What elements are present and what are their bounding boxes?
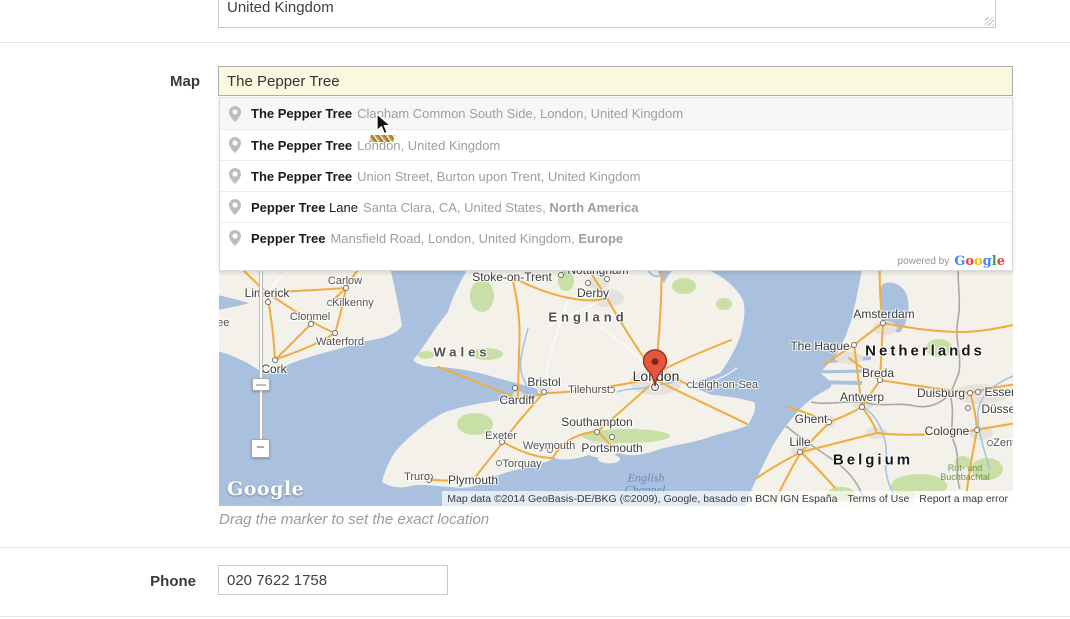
autocomplete-suggestion[interactable]: The Pepper Tree Union Street, Burton upo… [220, 160, 1012, 191]
suggestion-main-text: The Pepper Tree [251, 106, 352, 121]
suggestion-main-text: Pepper Tree [251, 231, 325, 246]
suggestion-main-rest: Lane [325, 200, 358, 215]
google-logo: Google [954, 254, 1005, 269]
google-map[interactable]: Tralee Limerick Carlow KilkennyClonmel Water… [219, 256, 1013, 506]
map-label: Exeter [485, 430, 517, 442]
map-label: Zentr [993, 437, 1013, 449]
map-label: Carlow [328, 275, 362, 287]
map-label: Lille [789, 435, 810, 449]
city-dot [541, 389, 547, 395]
map-marker[interactable] [640, 349, 670, 389]
city-dot [558, 272, 564, 278]
city-dot [987, 440, 993, 446]
map-label: Breda [862, 366, 894, 380]
suggestion-main-text: The Pepper Tree [251, 169, 352, 184]
place-pin-icon [229, 106, 241, 122]
zoom-slider-knob[interactable] [252, 378, 270, 391]
map-label: Buchbachtal [940, 472, 990, 482]
city-dot [496, 460, 502, 466]
map-label: Ghent [795, 412, 828, 426]
map-label: Kilkenny [332, 297, 374, 309]
map-label: Cork [261, 362, 286, 376]
textarea-resize-grip[interactable] [985, 17, 994, 26]
google-watermark: Google [227, 478, 304, 500]
city-dot [965, 405, 971, 411]
map-label: Truro [404, 471, 430, 483]
city-dot [974, 427, 980, 433]
city-dot [967, 390, 973, 396]
suggestion-main-text: Pepper Tree [251, 200, 325, 215]
suggestion-secondary-bold: North America [549, 200, 638, 215]
place-pin-icon [229, 168, 241, 184]
map-label: Düsseldorf [981, 402, 1013, 416]
map-label: England [548, 310, 627, 325]
place-pin-icon [229, 137, 241, 153]
map-label: Tralee [219, 317, 229, 329]
divider [0, 616, 1070, 617]
map-label: Antwerp [840, 390, 884, 404]
powered-by-google: powered by Google [220, 253, 1012, 270]
divider [0, 42, 1070, 43]
suggestion-main-text: The Pepper Tree [251, 138, 352, 153]
divider [0, 547, 1070, 548]
place-pin-icon [229, 230, 241, 246]
map-label: Duisburg [917, 386, 965, 400]
map-label: Leigh-on-Sea [692, 379, 758, 391]
zoom-slider-track[interactable] [259, 256, 263, 444]
city-dot [797, 449, 803, 455]
map-attribution: Map data ©2014 GeoBasis-DE/BKG (©2009), … [442, 491, 1013, 506]
suggestion-secondary-text: Union Street, Burton upon Trent, United … [357, 169, 640, 184]
map-label: Bristol [527, 375, 560, 389]
map-label: Clonmel [290, 311, 330, 323]
map-label: Essen [984, 385, 1013, 399]
suggestion-secondary-bold: Europe [578, 231, 623, 246]
map-label: Stoke-on-Trent [472, 270, 552, 284]
map-label: Southampton [561, 415, 632, 429]
autocomplete-suggestion[interactable]: The Pepper Tree Clapham Common South Sid… [220, 98, 1012, 129]
city-dot [975, 389, 981, 395]
map-label: Cologne [925, 424, 970, 438]
map-label: Belgium [833, 452, 913, 469]
powered-by-text: powered by [898, 256, 950, 267]
city-dot [512, 385, 518, 391]
autocomplete-suggestion[interactable]: Pepper Tree Mansfield Road, London, Unit… [220, 222, 1012, 253]
map-label: Amsterdam [853, 307, 914, 321]
map-label: Waterford [316, 336, 364, 348]
map-field-label: Map [80, 73, 200, 90]
phone-input[interactable] [218, 565, 448, 595]
city-dot [594, 429, 600, 435]
places-autocomplete-dropdown: The Pepper Tree Clapham Common South Sid… [219, 97, 1013, 271]
suggestion-secondary-text: Mansfield Road, London, United Kingdom, [330, 231, 578, 246]
attribution-text: Map data ©2014 GeoBasis-DE/BKG (©2009), … [442, 491, 842, 506]
suggestion-secondary-text: Clapham Common South Side, London, Unite… [357, 106, 683, 121]
city-dot [851, 342, 857, 348]
autocomplete-suggestion[interactable]: Pepper Tree Lane Santa Clara, CA, United… [220, 191, 1012, 222]
terms-of-use-link[interactable]: Terms of Use [842, 491, 914, 506]
address-textarea[interactable]: United Kingdom [218, 0, 996, 28]
map-label: Tilehurst [568, 384, 610, 396]
report-map-error-link[interactable]: Report a map error [914, 491, 1013, 506]
suggestion-secondary-text: London, United Kingdom [357, 138, 500, 153]
map-label: Portsmouth [581, 441, 642, 455]
map-search-input[interactable] [218, 66, 1013, 96]
autocomplete-suggestion[interactable]: The Pepper Tree London, United Kingdom [220, 129, 1012, 160]
map-label: Weymouth [523, 440, 575, 452]
zoom-out-button[interactable]: − [251, 439, 270, 458]
map-label: Cardiff [499, 393, 534, 407]
map-canvas [219, 256, 1013, 506]
suggestion-secondary-text: Santa Clara, CA, United States, [363, 200, 549, 215]
map-label: Plymouth [448, 473, 498, 487]
map-label: Torquay [502, 458, 541, 470]
map-label: Wales [433, 345, 490, 360]
map-label: The Hague [790, 339, 849, 353]
city-dot [859, 404, 865, 410]
phone-field-label: Phone [76, 573, 196, 590]
drag-marker-hint: Drag the marker to set the exact locatio… [219, 511, 489, 528]
map-label: Derby [577, 286, 609, 300]
map-label: Limerick [245, 286, 290, 300]
map-label: Netherlands [865, 343, 985, 360]
place-pin-icon [229, 199, 241, 215]
city-dot [609, 434, 615, 440]
